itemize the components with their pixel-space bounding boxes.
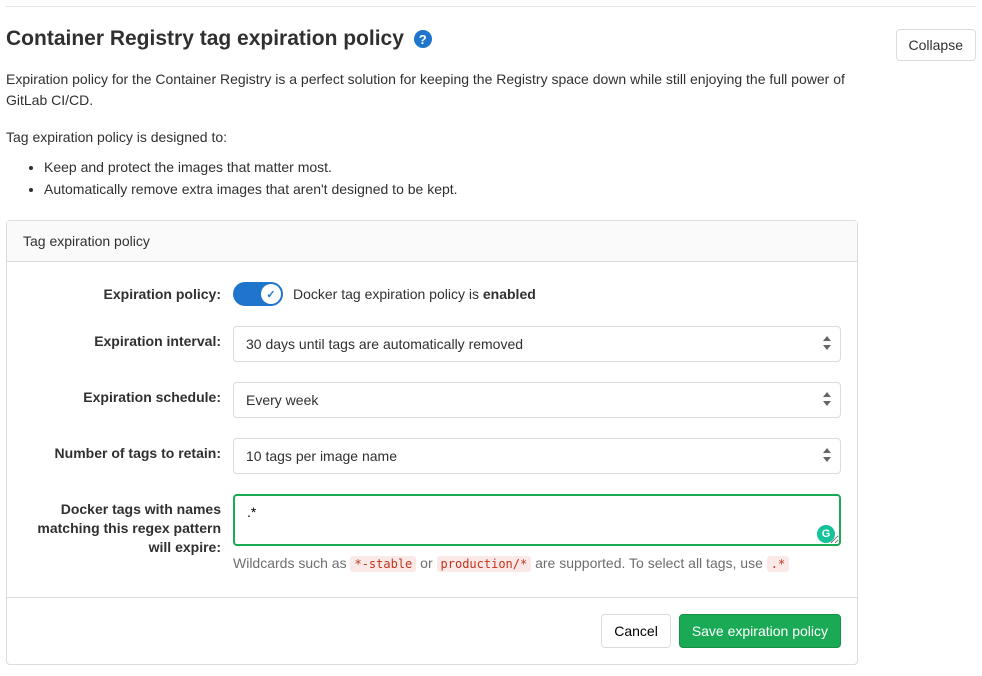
check-icon: ✓ [261, 284, 281, 304]
expiration-interval-label: Expiration interval: [23, 326, 233, 351]
intro-bullets: Keep and protect the images that matter … [44, 157, 976, 200]
expiration-interval-select[interactable]: 30 days until tags are automatically rem… [233, 326, 841, 362]
code-chip: production/* [437, 556, 532, 572]
code-chip: .* [767, 556, 789, 572]
page-title: Container Registry tag expiration policy… [6, 27, 432, 51]
intro-bullet-2: Automatically remove extra images that a… [44, 179, 976, 201]
policy-panel: Tag expiration policy Expiration policy:… [6, 220, 858, 665]
regex-input[interactable] [233, 494, 841, 546]
regex-help-text: Wildcards such as *-stable or production… [233, 555, 841, 571]
expiration-policy-toggle[interactable]: ✓ [233, 282, 283, 306]
intro-paragraph-1: Expiration policy for the Container Regi… [6, 69, 876, 111]
tags-retain-label: Number of tags to retain: [23, 438, 233, 463]
tags-retain-select[interactable]: 10 tags per image name [233, 438, 841, 474]
intro-paragraph-2: Tag expiration policy is designed to: [6, 129, 976, 145]
cancel-button[interactable]: Cancel [601, 614, 671, 648]
regex-label: Docker tags with names matching this reg… [23, 494, 233, 557]
intro-bullet-1: Keep and protect the images that matter … [44, 157, 976, 179]
page-title-text: Container Registry tag expiration policy [6, 27, 404, 50]
panel-header: Tag expiration policy [7, 221, 857, 262]
expiration-schedule-label: Expiration schedule: [23, 382, 233, 407]
expiration-schedule-select[interactable]: Every week [233, 382, 841, 418]
collapse-button[interactable]: Collapse [896, 29, 976, 61]
code-chip: *-stable [350, 556, 416, 572]
save-button[interactable]: Save expiration policy [679, 614, 841, 648]
help-icon[interactable]: ? [414, 30, 432, 48]
expiration-policy-label: Expiration policy: [23, 285, 233, 304]
policy-status-text: Docker tag expiration policy is enabled [293, 286, 536, 302]
